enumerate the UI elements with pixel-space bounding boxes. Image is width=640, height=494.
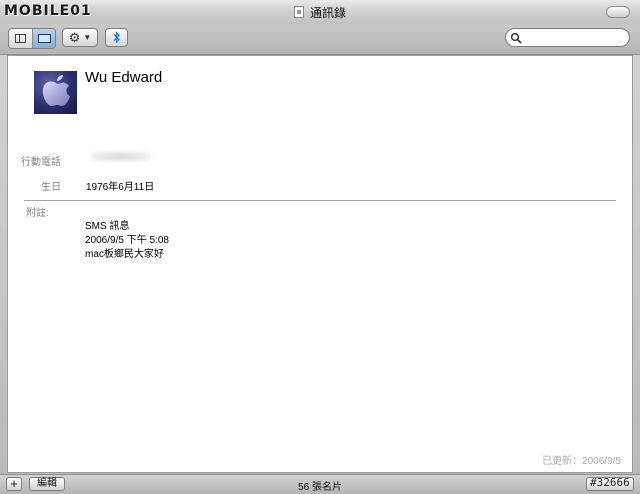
note-line: mac板鄉民大家好 (85, 249, 164, 260)
toolbar-toggle-button[interactable] (606, 6, 630, 18)
address-book-icon (294, 6, 304, 18)
address-book-window: MOBILE01 通訊錄 ⚙ ▼ Wu Edward 行動電話 生日 1976年… (0, 0, 640, 494)
contact-card: Wu Edward 行動電話 生日 1976年6月11日 附註: SMS 訊息 … (7, 55, 633, 473)
gear-icon: ⚙ (68, 30, 81, 45)
bottom-bar: + 編輯 56 張名片 (0, 474, 640, 494)
title-bar: MOBILE01 通訊錄 (0, 0, 640, 25)
watermark-stamp: #32666 (590, 476, 630, 489)
card-view-icon (37, 34, 51, 43)
apple-logo-avatar[interactable] (34, 71, 77, 114)
note-line: SMS 訊息 (85, 221, 130, 232)
toolbar: ⚙ ▼ (0, 24, 640, 55)
watermark-logo: MOBILE01 (4, 3, 92, 19)
search-icon (510, 32, 522, 44)
mobile-phone-value-redacted[interactable] (90, 151, 152, 162)
note-label: 附註: (26, 208, 49, 219)
card-count: 56 張名片 (298, 482, 342, 493)
list-view-icon (15, 34, 26, 43)
window-title-group: 通訊錄 (294, 4, 346, 20)
contact-name: Wu Edward (85, 69, 163, 86)
mobile-phone-label: 行動電話 (21, 157, 61, 168)
chevron-down-icon: ▼ (83, 32, 92, 42)
apple-logo-icon (42, 75, 70, 106)
search-input[interactable] (525, 29, 625, 46)
bluetooth-icon (113, 31, 120, 44)
note-line: 2006/9/5 下午 5:08 (85, 235, 169, 246)
birthday-label: 生日 (41, 182, 61, 193)
search-field[interactable] (505, 28, 630, 47)
card-view-button[interactable] (32, 29, 55, 48)
list-view-button[interactable] (9, 29, 32, 48)
birthday-value[interactable]: 1976年6月11日 (86, 178, 154, 193)
action-menu-button[interactable]: ⚙ ▼ (62, 28, 98, 47)
bluetooth-button[interactable] (105, 28, 128, 47)
divider (24, 200, 616, 201)
last-updated-text: 已更新：2006/9/5 (542, 456, 621, 467)
view-segmented-control (8, 28, 56, 49)
window-title: 通訊錄 (310, 5, 347, 20)
